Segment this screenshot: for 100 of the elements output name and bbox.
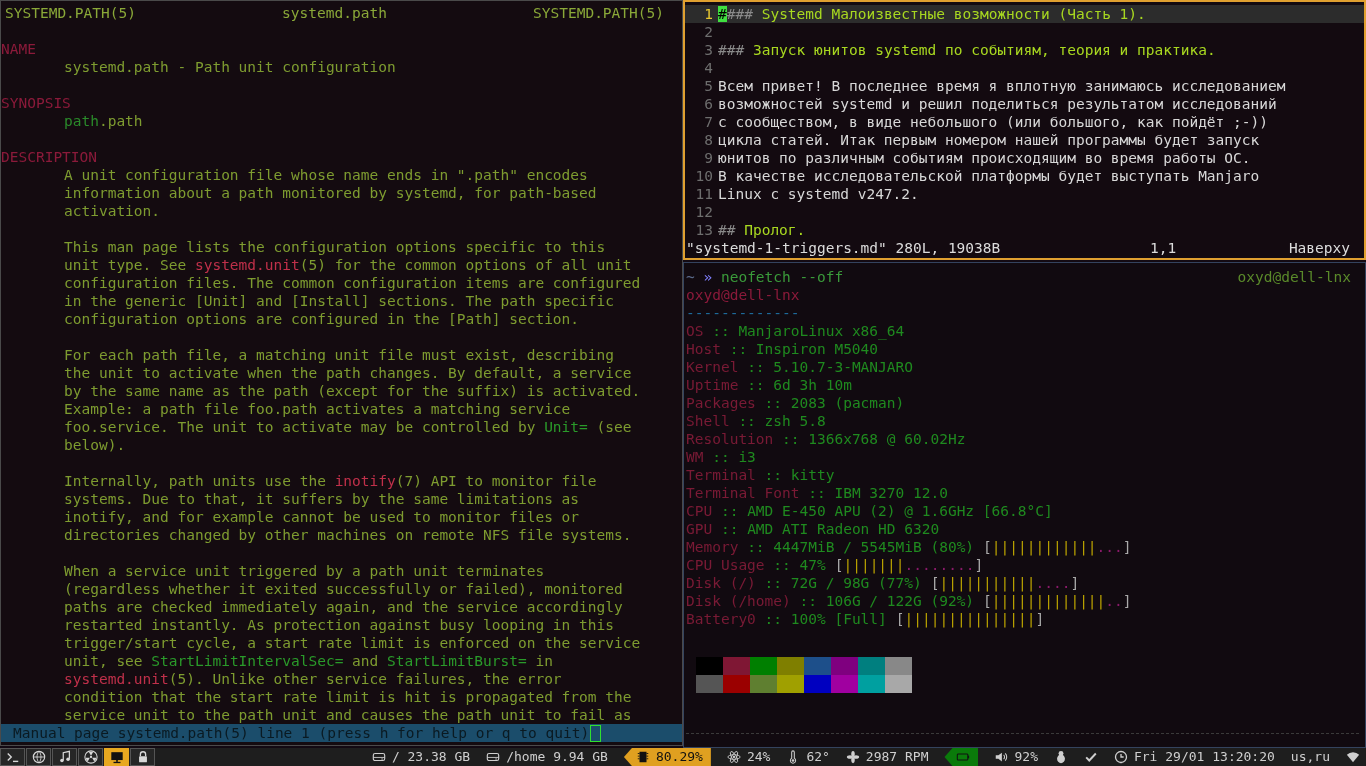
man-line: (regardless whether it exited successfully or failed), monitored	[64, 580, 624, 598]
gauge-label: [||||||||||||...]	[983, 539, 1132, 555]
radiation-icon	[83, 750, 98, 764]
man-line: the unit to activate when the path changes. By default, a service	[64, 364, 633, 382]
status-text: 62°	[806, 748, 830, 766]
editor-line: цикла статей. Итак первым номером нашей программы будет запуск	[718, 131, 1261, 149]
line-number: 8	[703, 131, 714, 149]
info-value: :: 100% [Full]	[764, 611, 887, 627]
man-line: inotify, and for example cannot be used to monitor files or	[64, 508, 581, 526]
info-value: :: 4447MiB / 5545MiB (80%)	[747, 539, 975, 555]
globe-icon	[31, 750, 46, 764]
wifi-icon	[1346, 750, 1360, 764]
fan-icon	[845, 750, 860, 764]
man-line: by the same name as the path (except for the suffix) is activated.	[64, 382, 642, 400]
info-value: :: zsh 5.8	[738, 413, 826, 429]
man-line: configuration files. The common configuration items are configured	[64, 274, 642, 292]
workspace-button[interactable]	[26, 748, 51, 766]
info-key: Battery0	[686, 611, 756, 627]
info-value: :: 5.10.7-3-MANJARO	[747, 359, 913, 375]
line-number: 12	[694, 203, 714, 221]
man-line: service unit to the path unit and causes the path unit to fail as	[64, 706, 633, 724]
prompt-path: ~	[686, 269, 695, 285]
info-key: Memory	[686, 539, 739, 555]
gauge-label: [|||||||||||....]	[930, 575, 1080, 591]
section-heading: NAME	[1, 40, 37, 58]
man-line: condition that the start rate limit is hit is propagated from the	[64, 688, 633, 706]
file-info: "systemd-1-triggers.md" 280L, 19038B	[686, 239, 1002, 257]
info-value: :: 47%	[773, 557, 826, 573]
info-value: :: 1366x768 @ 60.02Hz	[782, 431, 966, 447]
man-line: systemd.path - Path unit configuration	[64, 58, 397, 76]
workspace-button[interactable]	[78, 748, 103, 766]
info-key: CPU	[686, 503, 713, 519]
separator-line: -------------	[686, 304, 801, 322]
info-key: Kernel	[686, 359, 739, 375]
line-number: 5	[703, 77, 714, 95]
man-header: SYSTEMD.PATH(5)	[5, 4, 136, 22]
line-number: 1	[685, 5, 718, 23]
man-line: systems. Due to that, it suffers by the same limitations as	[64, 490, 581, 508]
gauge-label: [|||||||||||||..]	[983, 593, 1132, 609]
monitor-icon	[109, 750, 124, 764]
user-host: oxyd@dell-lnx	[1237, 268, 1351, 286]
text-cursor	[590, 724, 602, 742]
editor-line: Всем привет! В последнее время я вплотную занимаюсь исследованием	[718, 77, 1287, 95]
editor-line: ## Пролог.	[718, 221, 807, 239]
man-line: directories changed by other machines on remote NFS file systems.	[64, 526, 633, 544]
info-value: :: Inspiron M5040	[729, 341, 879, 357]
line-number: 9	[703, 149, 714, 167]
info-value: :: i3	[712, 449, 756, 465]
man-line: unit type. See systemd.unit(5) for the common options of all unit	[64, 256, 633, 274]
status-segment: 80.29%	[623, 748, 711, 766]
editor-line: Linux c systemd v247.2.	[718, 185, 920, 203]
editor-line: с сообществом, в виде небольшого (или большого, как пойдёт ;-))	[718, 113, 1269, 131]
man-line: Internally, path units use the inotify(7) API to monitor file	[64, 472, 598, 490]
battery-icon	[956, 750, 971, 764]
info-key: Terminal	[686, 467, 756, 483]
man-header: systemd.path	[282, 4, 387, 22]
man-line: below).	[64, 436, 127, 454]
workspace-button[interactable]	[0, 748, 25, 766]
info-key: WM	[686, 449, 704, 465]
cursor-position: 1,1	[1150, 239, 1178, 257]
line-number: 6	[703, 95, 714, 113]
status-text: Fri 29/01 13:20:20	[1133, 748, 1275, 766]
man-line: paths are checked immediately again, and the service accordingly	[64, 598, 624, 616]
editor-line: ### Запуск юнитов systemd по событиям, теория и практика.	[718, 41, 1217, 59]
info-key: CPU Usage	[686, 557, 765, 573]
man-line: configuration options are configured in the [Path] section.	[64, 310, 581, 328]
status-text: / 23.38 GB	[391, 748, 471, 766]
line-number: 2	[703, 23, 714, 41]
hard-drive-icon	[486, 750, 501, 764]
man-line: This man page lists the configuration options specific to this	[64, 238, 607, 256]
man-line: Example: a path file foo.path activates a matching service	[64, 400, 572, 418]
info-value: :: AMD ATI Radeon HD 6320	[720, 521, 940, 537]
editor-line: юнитов по различным событиям происходящим во время работы ОС.	[718, 149, 1252, 167]
info-value: :: 2083 (pacman)	[764, 395, 905, 411]
line-number: 10	[694, 167, 714, 185]
music-note-icon	[57, 750, 72, 764]
status-message: Manual page systemd.path(5) line 1 (press h for help or q to quit)	[13, 724, 590, 742]
gauge-label: [|||||||........]	[834, 557, 984, 573]
info-value: :: AMD E-450 APU (2) @ 1.6GHz [66.8°C]	[720, 503, 1053, 519]
line-number: 4	[703, 59, 714, 77]
man-line: restarted instantly. As protection against busy looping in this	[64, 616, 615, 634]
man-line: systemd.unit(5). Unlike other service failures, the error	[64, 670, 563, 688]
info-key: OS	[686, 323, 704, 339]
clock-icon	[1113, 750, 1128, 764]
workspace-button[interactable]	[130, 748, 155, 766]
info-value: :: ManjaroLinux x86_64	[712, 323, 905, 339]
workspace-button[interactable]	[104, 748, 129, 766]
info-key: GPU	[686, 521, 713, 537]
man-line: unit, see StartLimitIntervalSec= and StartLimitBurst= in	[64, 652, 554, 670]
info-key: Shell	[686, 413, 730, 429]
user-host: oxyd@dell-lnx	[686, 286, 801, 304]
status-text: 24%	[746, 748, 771, 766]
status-text: 92%	[1014, 748, 1038, 766]
man-header: SYSTEMD.PATH(5)	[533, 4, 664, 22]
info-key: Disk (/home)	[686, 593, 791, 609]
workspace-button[interactable]	[52, 748, 77, 766]
command-text: neofetch --off	[720, 269, 844, 285]
status-text: /home 9.94 GB	[506, 748, 608, 766]
man-line: trigger/start cycle, a start rate limit is enforced on the service	[64, 634, 642, 652]
prompt-symbol: »	[703, 269, 713, 285]
